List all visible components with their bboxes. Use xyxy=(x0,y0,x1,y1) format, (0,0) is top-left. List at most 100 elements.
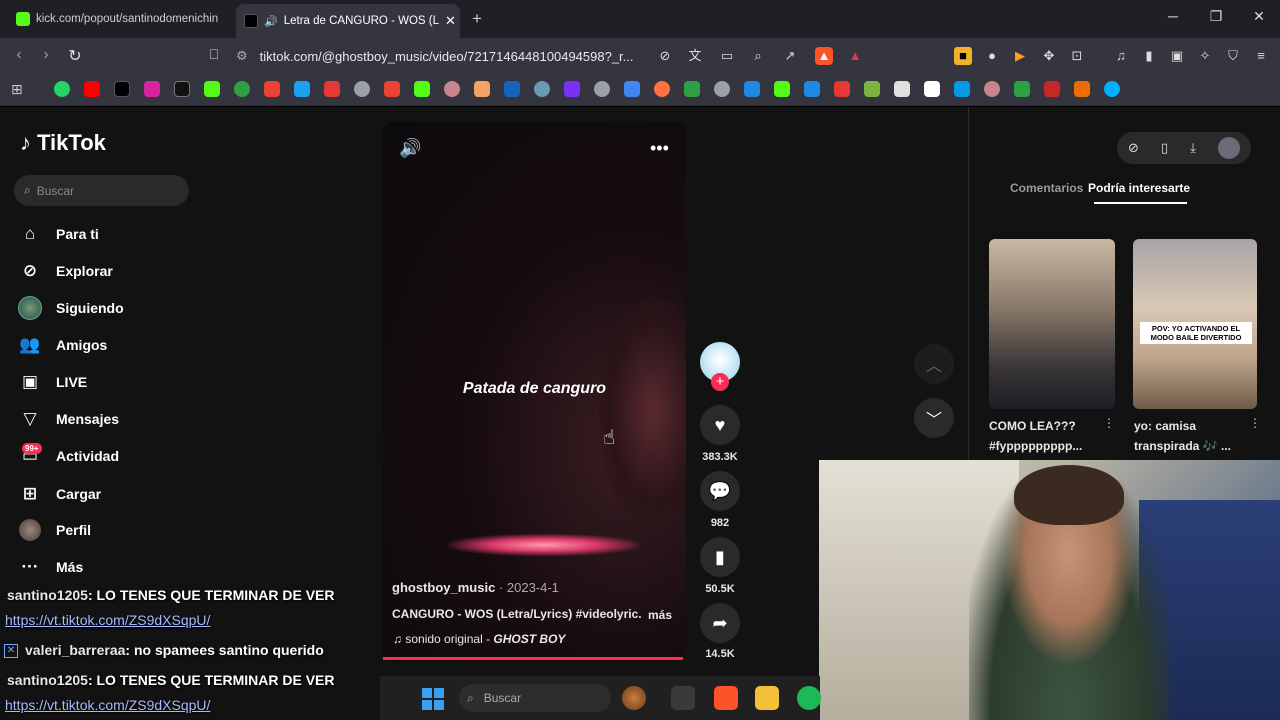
instagram-icon[interactable] xyxy=(144,81,160,97)
more-icon[interactable]: ⋮ xyxy=(1249,416,1261,430)
minimize-icon[interactable]: ─ xyxy=(1163,8,1183,24)
close-window-icon[interactable]: ✕ xyxy=(1249,8,1269,25)
chat-link[interactable]: https://vt.tiktok.com/ZS9dXSqpU/ xyxy=(5,697,210,713)
bookmark-icon-34[interactable] xyxy=(1044,81,1060,97)
share-button[interactable]: ➦ xyxy=(700,603,740,643)
like-button[interactable]: ♥ xyxy=(700,405,740,445)
bookmark-icon-10[interactable] xyxy=(324,81,340,97)
video-progress-bar[interactable] xyxy=(383,657,683,660)
bookmark-icon-20[interactable] xyxy=(624,81,640,97)
close-tab-icon[interactable]: ✕ xyxy=(445,13,456,29)
recommended-video-caption[interactable]: yo: camisa transpirada 🎶 ... xyxy=(1134,416,1254,457)
screenshot-icon[interactable]: ⊡ xyxy=(1068,47,1086,65)
sidebar-item-live[interactable]: ▣ LIVE xyxy=(18,370,87,394)
bookmark-icon-27[interactable] xyxy=(834,81,850,97)
author-name[interactable]: ghostboy_music xyxy=(392,580,495,595)
apps-grid-icon[interactable]: ⊞ xyxy=(11,81,23,98)
sidebar-item-mas[interactable]: ··· Más xyxy=(18,555,84,579)
forward-icon[interactable]: › xyxy=(36,46,56,64)
play-ext-icon[interactable]: ▶ xyxy=(1011,47,1029,65)
wallet-icon[interactable]: ▣ xyxy=(1168,47,1186,65)
sidebar-item-cargar[interactable]: ⊞ Cargar xyxy=(18,482,101,506)
tab-comentarios[interactable]: Comentarios xyxy=(1010,181,1083,195)
bookmark-icon-36[interactable] xyxy=(1104,81,1120,97)
bookmark-icon-17[interactable] xyxy=(534,81,550,97)
brave-rewards-icon[interactable]: ▲ xyxy=(846,47,864,65)
food-widget-icon[interactable] xyxy=(622,686,646,710)
user-avatar[interactable] xyxy=(1217,137,1240,159)
sidebar-icon[interactable]: ▮ xyxy=(1140,47,1158,65)
bookmark-icon-30[interactable] xyxy=(924,81,940,97)
chat-link[interactable]: https://vt.tiktok.com/ZS9dXSqpU/ xyxy=(5,612,210,628)
kick-bookmark-icon[interactable] xyxy=(204,81,220,97)
new-tab-button[interactable]: + xyxy=(472,9,482,29)
translate-icon[interactable]: 文 xyxy=(686,47,704,65)
site-info-icon[interactable]: ⚙ xyxy=(236,48,248,64)
bookmark-icon-35[interactable] xyxy=(1074,81,1090,97)
maximize-icon[interactable]: ❐ xyxy=(1206,8,1226,25)
bookmark-icon-26[interactable] xyxy=(804,81,820,97)
share-icon[interactable]: ↗ xyxy=(781,47,799,65)
bookmark-icon-33[interactable] xyxy=(1014,81,1030,97)
bookmark-icon-15[interactable] xyxy=(474,81,490,97)
bookmark-icon-18[interactable] xyxy=(564,81,580,97)
bookmark-icon-11[interactable] xyxy=(354,81,370,97)
volume-icon[interactable]: 🔊 xyxy=(399,138,421,159)
file-explorer-icon[interactable] xyxy=(755,686,779,710)
sidebar-item-siguiendo[interactable]: Siguiendo xyxy=(18,296,124,320)
recommended-video-thumbnail[interactable] xyxy=(989,239,1115,409)
more-icon[interactable]: ⋮ xyxy=(1103,416,1115,430)
bookmark-icon-13[interactable] xyxy=(414,81,430,97)
bookmark-icon-28[interactable] xyxy=(864,81,880,97)
more-options-icon[interactable]: ••• xyxy=(650,138,669,159)
music-icon[interactable]: ♫ xyxy=(1112,47,1130,65)
compass-icon[interactable]: ⊘ xyxy=(1128,140,1139,156)
bookmark-icon-32[interactable] xyxy=(984,81,1000,97)
comment-button[interactable]: 💬 xyxy=(700,471,740,511)
brave-shield-icon[interactable]: ▲ xyxy=(815,47,833,65)
bookmark-icon-24[interactable] xyxy=(744,81,760,97)
bookmark-icon-29[interactable] xyxy=(894,81,910,97)
bookmark-icon-23[interactable] xyxy=(714,81,730,97)
sidebar-item-para-ti[interactable]: ⌂ Para ti xyxy=(18,222,99,246)
spotify-icon[interactable] xyxy=(797,686,821,710)
address-bar[interactable]: ⚙ tiktok.com/@ghostboy_music/video/72171… xyxy=(236,43,876,69)
tiktok-logo[interactable]: ♪ TikTok xyxy=(20,130,106,156)
bookmark-icon-7[interactable] xyxy=(234,81,250,97)
extensions-icon[interactable]: ✥ xyxy=(1040,47,1058,65)
zoom-icon[interactable]: ⌕ xyxy=(749,47,767,65)
cast-icon[interactable]: ▭ xyxy=(718,47,736,65)
taskbar-search[interactable]: ⌕ Buscar xyxy=(459,684,611,712)
leo-icon[interactable]: ✧ xyxy=(1196,47,1214,65)
tab-kick[interactable]: kick.com/popout/santinodomenichin xyxy=(8,6,232,32)
tab-tiktok[interactable]: 🔊 Letra de CANGURO - WOS (L ✕ xyxy=(236,4,460,38)
tiktok-bookmark-icon[interactable] xyxy=(114,81,130,97)
recommended-video-caption[interactable]: COMO LEA??? #fyppppppppp... xyxy=(989,416,1109,457)
phone-icon[interactable]: ▯ xyxy=(1161,140,1168,156)
sidebar-item-explorar[interactable]: ⊘ Explorar xyxy=(18,259,113,283)
video-author[interactable]: ghostboy_music · 2023-4-1 xyxy=(392,580,559,595)
back-icon[interactable]: ‹ xyxy=(9,46,29,64)
sidebar-item-mensajes[interactable]: ▽ Mensajes xyxy=(18,407,119,431)
bookmark-icon-16[interactable] xyxy=(504,81,520,97)
gmail-icon[interactable] xyxy=(264,81,280,97)
search-input[interactable]: ⌕ Buscar xyxy=(14,175,189,206)
more-description-button[interactable]: más xyxy=(648,608,672,622)
reader-icon[interactable]: ⊘ xyxy=(656,47,674,65)
bookmark-icon-25[interactable] xyxy=(774,81,790,97)
bookmark-icon-22[interactable] xyxy=(684,81,700,97)
prev-video-button[interactable]: ︿ xyxy=(914,344,954,384)
windows-start-icon[interactable] xyxy=(422,688,444,710)
vpn-icon[interactable]: ⛉ xyxy=(1224,47,1242,65)
bookmark-icon-14[interactable] xyxy=(444,81,460,97)
brave-icon[interactable] xyxy=(714,686,738,710)
bookmark-icon-19[interactable] xyxy=(594,81,610,97)
sidebar-item-perfil[interactable]: Perfil xyxy=(18,518,91,542)
tab-podria-interesarte[interactable]: Podría interesarte xyxy=(1088,181,1190,195)
reload-icon[interactable]: ↻ xyxy=(65,46,85,66)
save-button[interactable]: ▮ xyxy=(700,537,740,577)
next-video-button[interactable]: ﹀ xyxy=(914,398,954,438)
menu-icon[interactable]: ≡ xyxy=(1252,47,1270,65)
download-icon[interactable]: ⤓ xyxy=(1190,140,1196,156)
x-icon[interactable] xyxy=(174,81,190,97)
